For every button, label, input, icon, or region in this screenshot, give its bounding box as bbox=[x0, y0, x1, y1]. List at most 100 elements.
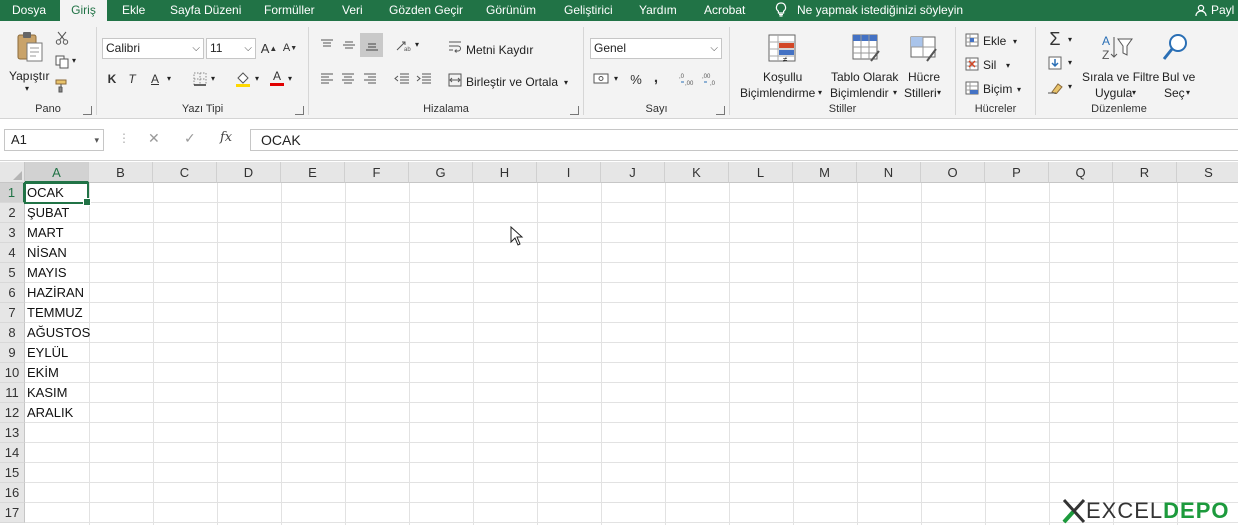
increase-decimal-icon[interactable]: ,0,00 bbox=[678, 70, 698, 88]
column-header-h[interactable]: H bbox=[473, 162, 537, 183]
autosum-icon[interactable]: Σ bbox=[1046, 29, 1064, 49]
column-header-p[interactable]: P bbox=[985, 162, 1049, 183]
insert-cells-icon[interactable] bbox=[964, 32, 980, 48]
cell-styles-label-2[interactable]: Stilleri bbox=[904, 86, 937, 100]
row-header-14[interactable]: 14 bbox=[0, 443, 25, 463]
cell-a3[interactable]: MART bbox=[26, 223, 64, 243]
row-header-17[interactable]: 17 bbox=[0, 503, 25, 523]
tab-developer[interactable]: Geliştirici bbox=[564, 0, 613, 21]
delete-cells-icon[interactable] bbox=[964, 56, 980, 72]
spreadsheet-grid[interactable]: ABCDEFGHIJKLMNOPQRS 1 2 3 4 5 6 7 8 9 10 11 12 13 14 1… bbox=[0, 162, 1238, 525]
align-middle-icon[interactable] bbox=[340, 36, 358, 54]
tab-help[interactable]: Yardım bbox=[639, 0, 677, 21]
accounting-format-icon[interactable] bbox=[592, 70, 612, 88]
cell-a5[interactable]: MAYIS bbox=[26, 263, 67, 283]
find-select-label-1[interactable]: Bul ve bbox=[1162, 70, 1195, 84]
font-name-select[interactable]: Calibri ⌵ bbox=[102, 38, 204, 59]
align-top-icon[interactable] bbox=[318, 36, 336, 54]
copy-icon[interactable] bbox=[54, 54, 70, 70]
increase-indent-icon[interactable] bbox=[415, 70, 433, 88]
wrap-text-icon[interactable] bbox=[447, 39, 463, 55]
column-header-d[interactable]: D bbox=[217, 162, 281, 183]
column-header-a[interactable]: A bbox=[25, 162, 89, 183]
row-header-10[interactable]: 10 bbox=[0, 363, 25, 383]
column-header-i[interactable]: I bbox=[537, 162, 601, 183]
name-box[interactable]: A1 ▾ bbox=[4, 129, 104, 151]
row-header-7[interactable]: 7 bbox=[0, 303, 25, 323]
row-header-5[interactable]: 5 bbox=[0, 263, 25, 283]
row-header-1[interactable]: 1 bbox=[0, 183, 25, 203]
column-header-o[interactable]: O bbox=[921, 162, 985, 183]
row-header-12[interactable]: 12 bbox=[0, 403, 25, 423]
row-header-16[interactable]: 16 bbox=[0, 483, 25, 503]
bold-button[interactable]: K bbox=[104, 70, 120, 88]
tab-view[interactable]: Görünüm bbox=[486, 0, 536, 21]
column-header-q[interactable]: Q bbox=[1049, 162, 1113, 183]
select-all-button[interactable] bbox=[0, 162, 25, 183]
column-header-b[interactable]: B bbox=[89, 162, 153, 183]
orientation-icon[interactable]: ab bbox=[393, 36, 413, 54]
tab-formulas[interactable]: Formüller bbox=[264, 0, 315, 21]
format-as-table-icon[interactable] bbox=[850, 32, 882, 64]
column-header-l[interactable]: L bbox=[729, 162, 793, 183]
font-launcher-icon[interactable] bbox=[295, 106, 304, 115]
align-right-icon[interactable] bbox=[361, 70, 379, 88]
column-header-r[interactable]: R bbox=[1113, 162, 1177, 183]
tab-review[interactable]: Gözden Geçir bbox=[389, 0, 463, 21]
format-painter-icon[interactable] bbox=[54, 78, 70, 94]
format-as-table-label-1[interactable]: Tablo Olarak bbox=[831, 70, 898, 84]
sort-filter-icon[interactable]: AZ bbox=[1100, 32, 1134, 64]
tab-data[interactable]: Veri bbox=[342, 0, 363, 21]
insert-cells-button[interactable]: Ekle bbox=[983, 34, 1006, 48]
format-cells-icon[interactable] bbox=[964, 80, 980, 96]
formula-bar-splitter-icon[interactable]: ⋮ bbox=[118, 131, 130, 145]
column-header-n[interactable]: N bbox=[857, 162, 921, 183]
clear-icon[interactable] bbox=[1046, 79, 1064, 97]
conditional-formatting-label-1[interactable]: Koşullu bbox=[763, 70, 802, 84]
align-center-icon[interactable] bbox=[339, 70, 357, 88]
find-select-icon[interactable] bbox=[1160, 32, 1190, 64]
decrease-indent-icon[interactable] bbox=[393, 70, 411, 88]
italic-button[interactable]: T bbox=[124, 70, 140, 88]
formula-input[interactable]: OCAK bbox=[250, 129, 1238, 151]
underline-button[interactable]: A bbox=[147, 70, 163, 88]
grow-font-button[interactable]: A ▲ bbox=[260, 39, 278, 57]
row-header-2[interactable]: 2 bbox=[0, 203, 25, 223]
row-header-15[interactable]: 15 bbox=[0, 463, 25, 483]
column-header-k[interactable]: K bbox=[665, 162, 729, 183]
find-select-label-2[interactable]: Seç bbox=[1164, 86, 1185, 100]
row-header-9[interactable]: 9 bbox=[0, 343, 25, 363]
row-header-3[interactable]: 3 bbox=[0, 223, 25, 243]
font-size-select[interactable]: 11 ⌵ bbox=[206, 38, 256, 59]
cell-a11[interactable]: KASIM bbox=[26, 383, 67, 403]
tab-insert[interactable]: Ekle bbox=[122, 0, 145, 21]
row-header-4[interactable]: 4 bbox=[0, 243, 25, 263]
format-cells-button[interactable]: Biçim bbox=[983, 82, 1012, 96]
cell-a4[interactable]: NİSAN bbox=[26, 243, 67, 263]
merge-center-icon[interactable] bbox=[447, 72, 463, 88]
sort-filter-label-2[interactable]: Uygula bbox=[1095, 86, 1132, 100]
column-header-j[interactable]: J bbox=[601, 162, 665, 183]
cell-a9[interactable]: EYLÜL bbox=[26, 343, 68, 363]
enter-check-icon[interactable]: ✓ bbox=[184, 130, 196, 147]
cell-a8[interactable]: AĞUSTOS bbox=[26, 323, 90, 343]
number-format-select[interactable]: Genel ⌵ bbox=[590, 38, 722, 59]
number-launcher-icon[interactable] bbox=[716, 106, 725, 115]
cell-a10[interactable]: EKİM bbox=[26, 363, 59, 383]
column-header-e[interactable]: E bbox=[281, 162, 345, 183]
borders-icon[interactable] bbox=[191, 70, 209, 88]
column-header-f[interactable]: F bbox=[345, 162, 409, 183]
row-header-8[interactable]: 8 bbox=[0, 323, 25, 343]
column-header-g[interactable]: G bbox=[409, 162, 473, 183]
row-header-11[interactable]: 11 bbox=[0, 383, 25, 403]
insert-function-icon[interactable]: fx bbox=[220, 130, 232, 145]
merge-center-button[interactable]: Birleştir ve Ortala bbox=[466, 75, 558, 89]
tab-acrobat[interactable]: Acrobat bbox=[704, 0, 745, 21]
fill-color-icon[interactable] bbox=[234, 70, 252, 88]
cell-a7[interactable]: TEMMUZ bbox=[26, 303, 83, 323]
cell-a2[interactable]: ŞUBAT bbox=[26, 203, 69, 223]
tab-page-layout[interactable]: Sayfa Düzeni bbox=[170, 0, 241, 21]
align-left-icon[interactable] bbox=[318, 70, 336, 88]
alignment-launcher-icon[interactable] bbox=[570, 106, 579, 115]
cancel-icon[interactable]: ✕ bbox=[148, 130, 160, 147]
